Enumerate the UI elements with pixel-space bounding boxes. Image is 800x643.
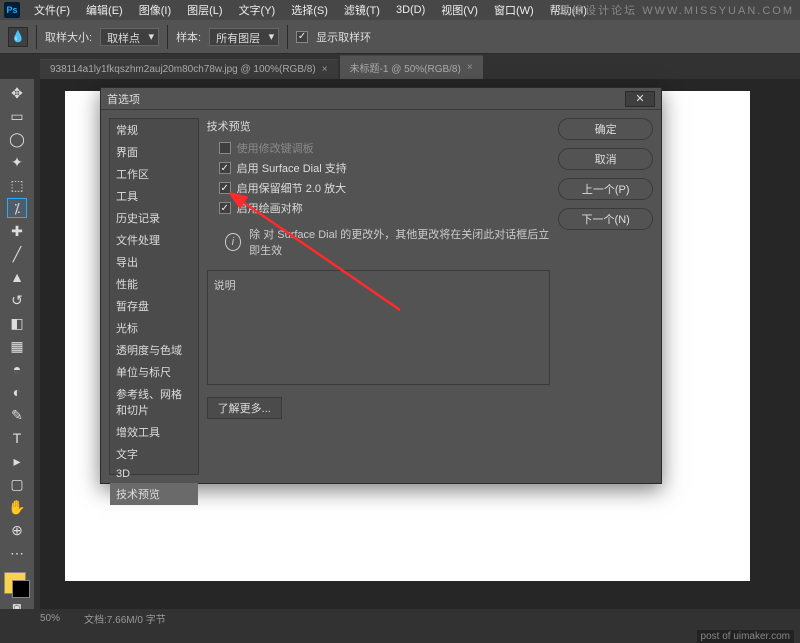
prefs-cat-techpreview[interactable]: 技术预览 (110, 483, 198, 505)
menu-select[interactable]: 选择(S) (283, 2, 336, 18)
document-tab[interactable]: 未标题-1 @ 50%(RGB/8) × (340, 55, 483, 79)
menu-type[interactable]: 文字(Y) (231, 2, 284, 18)
prefs-cat-type[interactable]: 文字 (110, 443, 198, 465)
path-select-tool-icon[interactable]: ▸ (7, 451, 27, 471)
edit-toolbar-icon[interactable]: ⋯ (7, 543, 27, 563)
dialog-titlebar[interactable]: 首选项 ✕ (101, 88, 661, 110)
document-tabs: 938114a1ly1fkqszhm2auj20m80ch78w.jpg @ 1… (0, 54, 800, 79)
cancel-button[interactable]: 取消 (558, 148, 653, 170)
prefs-cat-history[interactable]: 历史记录 (110, 207, 198, 229)
stamp-tool-icon[interactable]: ▲ (7, 267, 27, 287)
sample-size-label: 取样大小: (45, 29, 92, 45)
description-box: 说明 (207, 270, 551, 385)
section-title: 技术预览 (207, 118, 551, 134)
gradient-tool-icon[interactable]: ▦ (7, 336, 27, 356)
preferences-categories: 常规 界面 工作区 工具 历史记录 文件处理 导出 性能 暂存盘 光标 透明度与… (109, 118, 199, 475)
preferences-dialog: 首选项 ✕ 常规 界面 工作区 工具 历史记录 文件处理 导出 性能 暂存盘 光… (100, 87, 662, 484)
menu-3d[interactable]: 3D(D) (388, 4, 433, 16)
next-button[interactable]: 下一个(N) (558, 208, 653, 230)
prefs-cat-cursors[interactable]: 光标 (110, 317, 198, 339)
document-info[interactable]: 文档:7.66M/0 字节 (84, 611, 166, 626)
history-brush-tool-icon[interactable]: ↺ (7, 290, 27, 310)
enable-surface-dial-checkbox[interactable] (219, 162, 231, 174)
enable-details-label: 启用保留细节 2.0 放大 (237, 180, 346, 196)
prefs-cat-units[interactable]: 单位与标尺 (110, 361, 198, 383)
dodge-tool-icon[interactable]: ◐ (7, 382, 27, 402)
quick-select-tool-icon[interactable]: ✦ (7, 152, 27, 172)
menu-filter[interactable]: 滤镜(T) (336, 2, 388, 18)
eyedropper-preset-icon[interactable]: 💧 (8, 27, 28, 47)
status-bar: 50% 文档:7.66M/0 字节 (0, 609, 800, 627)
marquee-tool-icon[interactable]: ▭ (7, 106, 27, 126)
enable-surface-dial-label: 启用 Surface Dial 支持 (237, 160, 347, 176)
tab-label: 未标题-1 @ 50%(RGB/8) (350, 60, 461, 75)
close-icon[interactable]: × (467, 62, 473, 73)
lasso-tool-icon[interactable]: ◯ (7, 129, 27, 149)
menu-image[interactable]: 图像(I) (131, 2, 179, 18)
enable-symmetry-label: 启用绘画对称 (237, 200, 303, 216)
move-tool-icon[interactable]: ✥ (7, 83, 27, 103)
zoom-tool-icon[interactable]: ⊕ (7, 520, 27, 540)
description-title: 说明 (214, 277, 544, 293)
watermark-bottom: post of uimaker.com (697, 630, 794, 643)
sample-select[interactable]: 所有图层 (209, 28, 279, 46)
enable-symmetry-checkbox[interactable] (219, 202, 231, 214)
prefs-cat-performance[interactable]: 性能 (110, 273, 198, 295)
zoom-level[interactable]: 50% (40, 613, 60, 624)
prefs-cat-workspace[interactable]: 工作区 (110, 163, 198, 185)
prefs-cat-interface[interactable]: 界面 (110, 141, 198, 163)
info-text: 除 对 Surface Dial 的更改外，其他更改将在关闭此对话框后立即生效 (249, 226, 550, 258)
menu-window[interactable]: 窗口(W) (486, 2, 542, 18)
prefs-cat-transparency[interactable]: 透明度与色域 (110, 339, 198, 361)
divider (167, 25, 168, 49)
menu-edit[interactable]: 编辑(E) (78, 2, 131, 18)
prefs-cat-3d[interactable]: 3D (110, 465, 198, 483)
eraser-tool-icon[interactable]: ◧ (7, 313, 27, 333)
healing-tool-icon[interactable]: ✚ (7, 221, 27, 241)
show-sampling-ring-label: 显示取样环 (316, 29, 371, 45)
info-icon: i (225, 233, 241, 251)
hand-tool-icon[interactable]: ✋ (7, 497, 27, 517)
enable-details-checkbox[interactable] (219, 182, 231, 194)
crop-tool-icon[interactable]: ⬚ (7, 175, 27, 195)
prefs-cat-guides[interactable]: 参考线、网格和切片 (110, 383, 198, 421)
sample-size-select[interactable]: 取样点 (100, 28, 159, 46)
eyedropper-tool-icon[interactable]: ⁒ (7, 198, 27, 218)
divider (287, 25, 288, 49)
sample-label: 样本: (176, 29, 201, 45)
prev-button[interactable]: 上一个(P) (558, 178, 653, 200)
prefs-cat-scratch[interactable]: 暂存盘 (110, 295, 198, 317)
type-tool-icon[interactable]: T (7, 428, 27, 448)
brush-tool-icon[interactable]: ╱ (7, 244, 27, 264)
prefs-cat-export[interactable]: 导出 (110, 251, 198, 273)
shape-tool-icon[interactable]: ▢ (7, 474, 27, 494)
app-icon: Ps (4, 2, 20, 18)
pen-tool-icon[interactable]: ✎ (7, 405, 27, 425)
prefs-cat-plugins[interactable]: 增效工具 (110, 421, 198, 443)
divider (36, 25, 37, 49)
learn-more-button[interactable]: 了解更多... (207, 397, 282, 419)
use-mod-keys-label: 使用修改键调板 (237, 140, 314, 156)
background-color-swatch[interactable] (12, 580, 30, 598)
options-bar: 💧 取样大小: 取样点 样本: 所有图层 显示取样环 (0, 20, 800, 54)
prefs-cat-tools[interactable]: 工具 (110, 185, 198, 207)
blur-tool-icon[interactable]: ◓ (7, 359, 27, 379)
dialog-buttons: 确定 取消 上一个(P) 下一个(N) (558, 118, 653, 475)
document-tab[interactable]: 938114a1ly1fkqszhm2auj20m80ch78w.jpg @ 1… (40, 59, 338, 79)
watermark-top: 思缘设计论坛 WWW.MISSYUAN.COM (559, 2, 794, 18)
tools-panel: ✥ ▭ ◯ ✦ ⬚ ⁒ ✚ ╱ ▲ ↺ ◧ ▦ ◓ ◐ ✎ T ▸ ▢ ✋ ⊕ … (0, 79, 34, 617)
show-sampling-ring-checkbox[interactable] (296, 31, 308, 43)
prefs-cat-general[interactable]: 常规 (110, 119, 198, 141)
menu-layer[interactable]: 图层(L) (179, 2, 230, 18)
preferences-content: 技术预览 使用修改键调板 启用 Surface Dial 支持 启用保留细节 2… (207, 118, 551, 475)
close-button[interactable]: ✕ (625, 91, 655, 107)
use-mod-keys-checkbox (219, 142, 231, 154)
close-icon[interactable]: × (322, 64, 328, 75)
dialog-title-text: 首选项 (107, 91, 140, 107)
prefs-cat-filehandling[interactable]: 文件处理 (110, 229, 198, 251)
tab-label: 938114a1ly1fkqszhm2auj20m80ch78w.jpg @ 1… (50, 64, 316, 75)
menu-view[interactable]: 视图(V) (433, 2, 486, 18)
menu-file[interactable]: 文件(F) (26, 2, 78, 18)
ok-button[interactable]: 确定 (558, 118, 653, 140)
